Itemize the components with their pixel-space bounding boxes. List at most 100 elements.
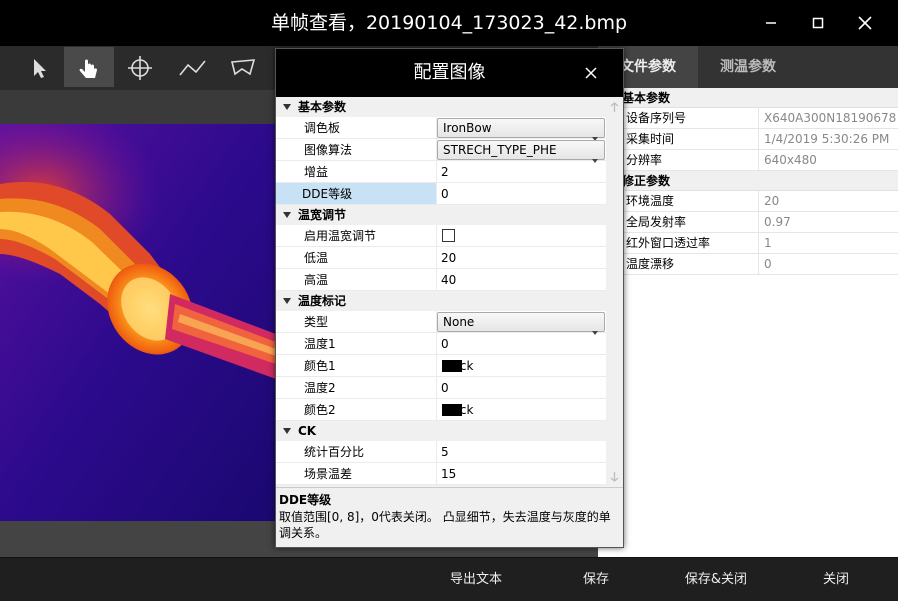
close-button[interactable]: 关闭 xyxy=(808,558,864,601)
dialog-header: 配置图像 xyxy=(276,49,623,97)
dropdown-value: IronBow xyxy=(443,121,492,135)
collapse-triangle-icon[interactable] xyxy=(283,212,291,218)
title-bar: 单帧查看，20190104_173023_42.bmp xyxy=(0,0,898,46)
property-value[interactable]: 2 xyxy=(441,161,449,183)
maximize-button[interactable] xyxy=(805,10,831,36)
collapse-triangle-icon[interactable] xyxy=(283,298,291,304)
category-label: CK xyxy=(298,424,317,438)
property-name[interactable]: 颜色1 xyxy=(276,355,436,376)
close-window-button[interactable] xyxy=(852,10,878,36)
save-and-close-button[interactable]: 保存&关闭 xyxy=(676,558,756,601)
right-property-row[interactable]: 设备序列号 X640A300N18190678 xyxy=(598,108,898,129)
property-row[interactable]: 低温 20 xyxy=(276,247,606,269)
category-header[interactable]: 基本参数 xyxy=(276,97,606,117)
property-row[interactable]: 场景温差 15 xyxy=(276,463,606,485)
category-label: 基本参数 xyxy=(298,100,347,114)
property-name[interactable]: 温度2 xyxy=(276,377,436,398)
dialog-title: 配置图像 xyxy=(413,62,486,83)
column-divider xyxy=(436,247,437,269)
property-name[interactable]: 类型 xyxy=(276,311,436,332)
property-row[interactable]: 类型 None xyxy=(276,311,606,335)
property-value[interactable]: 20 xyxy=(441,247,456,269)
property-value[interactable]: 0 xyxy=(441,377,449,399)
color-name[interactable]: Black xyxy=(441,399,473,421)
property-row[interactable]: 温度2 0 xyxy=(276,377,606,399)
tab-temp-params[interactable]: 测温参数 xyxy=(698,46,798,88)
export-text-button[interactable]: 导出文本 xyxy=(436,558,516,601)
save-button[interactable]: 保存 xyxy=(566,558,626,601)
property-row[interactable]: 增益 2 xyxy=(276,161,606,183)
property-row[interactable]: 启用温宽调节 xyxy=(276,225,606,247)
chevron-down-icon xyxy=(592,126,598,141)
property-dropdown[interactable]: STRECH_TYPE_PHE xyxy=(437,140,605,163)
property-value[interactable]: 15 xyxy=(441,463,456,485)
property-name[interactable]: 统计百分比 xyxy=(276,441,436,462)
property-row[interactable]: 温度1 0 xyxy=(276,333,606,355)
scroll-down-button[interactable] xyxy=(608,469,621,485)
property-value[interactable]: 0 xyxy=(441,333,449,355)
column-divider xyxy=(758,233,759,254)
property-name[interactable]: 颜色2 xyxy=(276,399,436,420)
right-property-row[interactable]: 全局发射率 0.97 xyxy=(598,212,898,233)
property-value[interactable]: 0 xyxy=(441,183,449,205)
property-dropdown[interactable]: IronBow xyxy=(437,118,605,141)
column-divider xyxy=(758,212,759,233)
property-name[interactable]: 增益 xyxy=(276,161,436,182)
right-property-row[interactable]: 红外窗口透过率 1 xyxy=(598,233,898,254)
property-value[interactable]: 5 xyxy=(441,441,449,463)
property-checkbox[interactable] xyxy=(442,229,455,242)
column-divider xyxy=(436,355,437,377)
category-header[interactable]: 温度标记 xyxy=(276,291,606,311)
configure-image-dialog: 配置图像 基本参数调色板 IronBow 图像算法 STRECH_TYPE_PHE 增益… xyxy=(275,48,624,548)
dialog-close-button[interactable] xyxy=(581,63,601,83)
property-name[interactable]: 场景温差 xyxy=(276,463,436,484)
hand-icon xyxy=(79,59,97,78)
property-name[interactable]: 低温 xyxy=(276,247,436,268)
pointer-icon xyxy=(34,59,46,78)
column-divider xyxy=(758,150,759,171)
right-property-row[interactable]: 温度漂移 0 xyxy=(598,254,898,275)
thermal-image[interactable] xyxy=(0,124,276,521)
right-property-name: 采集时间 xyxy=(626,132,675,146)
property-row[interactable]: 高温 40 xyxy=(276,269,606,291)
column-divider xyxy=(436,333,437,355)
property-name[interactable]: 高温 xyxy=(276,269,436,290)
color-name[interactable]: Black xyxy=(441,355,473,377)
category-label: 温度标记 xyxy=(298,294,347,308)
collapse-triangle-icon[interactable] xyxy=(283,104,291,110)
crosshair-tool-button[interactable] xyxy=(114,47,164,87)
right-property-row[interactable]: 环境温度 20 xyxy=(598,191,898,212)
property-name[interactable]: 启用温宽调节 xyxy=(276,225,436,246)
pointer-tool-button[interactable] xyxy=(14,47,64,87)
property-dropdown[interactable]: None xyxy=(437,312,605,335)
property-row[interactable]: 颜色2 Black xyxy=(276,399,606,421)
line-tool-button[interactable] xyxy=(166,47,216,87)
right-property-row[interactable]: 分辨率 640x480 xyxy=(598,150,898,171)
category-header[interactable]: CK xyxy=(276,421,606,441)
property-name[interactable]: DDE等级 xyxy=(276,183,436,204)
thermal-image-graphic xyxy=(0,124,276,521)
close-icon xyxy=(858,16,872,30)
arrow-down-icon xyxy=(610,472,619,482)
hand-tool-button[interactable] xyxy=(64,47,114,87)
property-name[interactable]: 温度1 xyxy=(276,333,436,354)
right-property-value: 1 xyxy=(764,236,772,250)
property-name[interactable]: 调色板 xyxy=(276,117,436,138)
property-row[interactable]: 统计百分比 5 xyxy=(276,441,606,463)
property-row[interactable]: DDE等级 0 xyxy=(276,183,606,205)
right-property-row[interactable]: 采集时间 1/4/2019 5:30:26 PM xyxy=(598,129,898,150)
property-name[interactable]: 图像算法 xyxy=(276,139,436,160)
collapse-triangle-icon[interactable] xyxy=(283,428,291,434)
minimize-button[interactable] xyxy=(758,10,784,36)
scroll-up-button[interactable] xyxy=(608,99,621,115)
right-property-value: X640A300N18190678 xyxy=(764,111,897,125)
category-header[interactable]: 温宽调节 xyxy=(276,205,606,225)
property-row[interactable]: 图像算法 STRECH_TYPE_PHE xyxy=(276,139,606,163)
polygon-tool-button[interactable] xyxy=(218,47,268,87)
column-divider xyxy=(436,399,437,421)
property-row[interactable]: 颜色1 Black xyxy=(276,355,606,377)
property-grid-scrollbar[interactable] xyxy=(606,97,623,487)
property-value[interactable]: 40 xyxy=(441,269,456,291)
property-row[interactable]: 调色板 IronBow xyxy=(276,117,606,141)
property-description: DDE等级 取值范围[0, 8]，0代表关闭。 凸显细节，失去温度与灰度的单调关… xyxy=(276,487,623,547)
